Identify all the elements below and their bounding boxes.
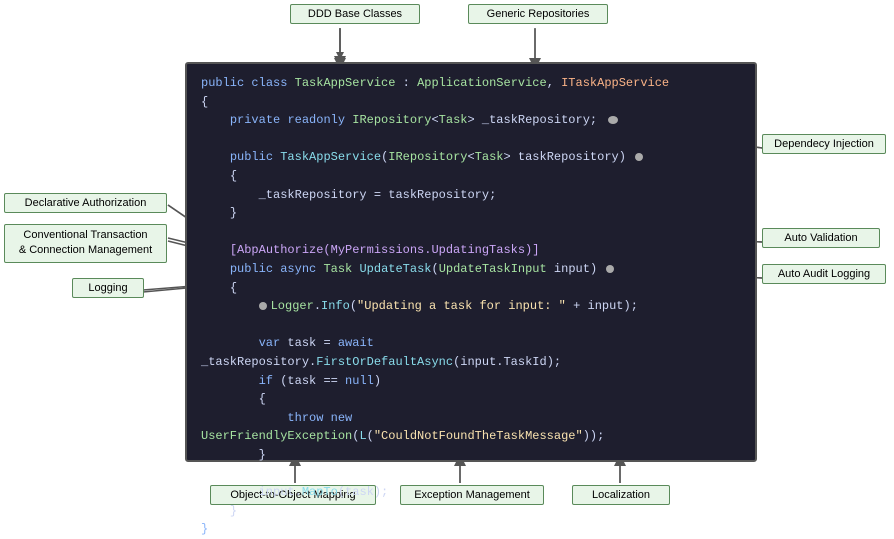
conventional-tx-label: Conventional Transaction& Connection Man… xyxy=(4,224,167,263)
ddd-base-classes-label: DDD Base Classes xyxy=(290,4,420,24)
auto-audit-logging-label: Auto Audit Logging xyxy=(762,264,886,284)
diagram-container: DDD Base Classes Generic Repositories De… xyxy=(0,0,894,511)
dependency-injection-label: Dependecy Injection xyxy=(762,134,886,154)
exception-mgmt-label: Exception Management xyxy=(400,485,544,505)
auto-validation-label: Auto Validation xyxy=(762,228,880,248)
code-block: public class TaskAppService : Applicatio… xyxy=(185,62,757,462)
declarative-auth-label: Declarative Authorization xyxy=(4,193,167,213)
localization-label: Localization xyxy=(572,485,670,505)
generic-repositories-label: Generic Repositories xyxy=(468,4,608,24)
logging-label: Logging xyxy=(72,278,144,298)
